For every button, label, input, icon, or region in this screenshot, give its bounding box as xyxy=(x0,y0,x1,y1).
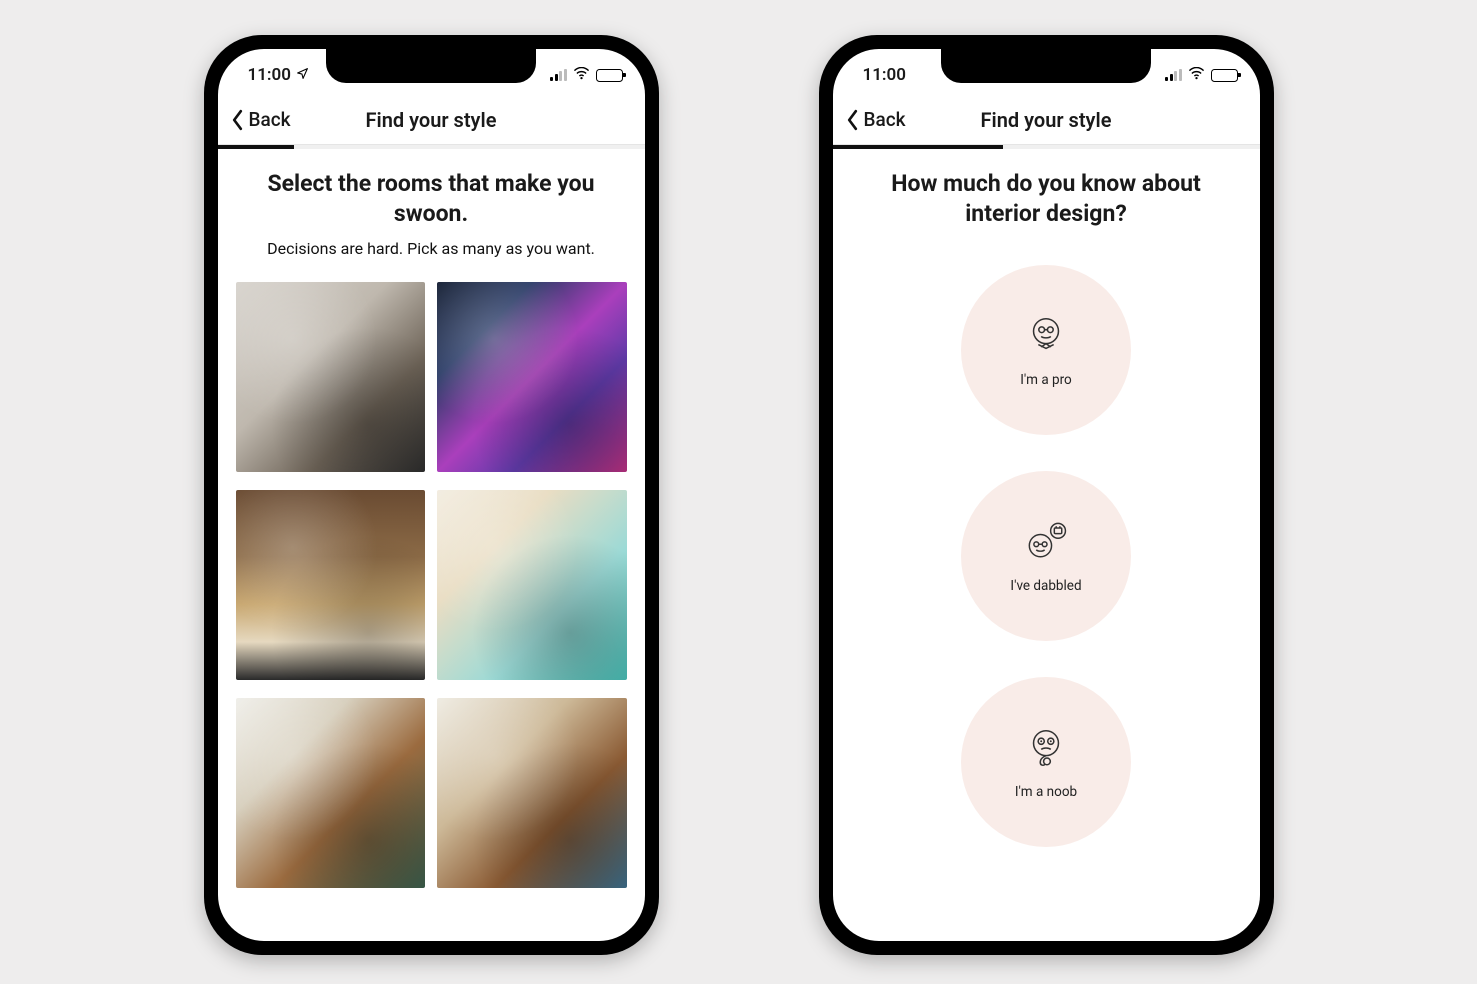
phone-notch xyxy=(326,49,536,83)
pro-face-icon xyxy=(1023,312,1069,362)
chevron-left-icon xyxy=(845,109,860,131)
back-label: Back xyxy=(249,108,291,131)
cellular-signal-icon xyxy=(550,69,567,81)
battery-icon xyxy=(1211,69,1238,82)
room-tile-5[interactable] xyxy=(236,698,426,888)
noob-face-icon xyxy=(1023,724,1069,774)
back-label: Back xyxy=(864,108,906,131)
options-list: I'm a pro I've dabbled xyxy=(833,229,1260,847)
status-time: 11:00 xyxy=(248,65,291,85)
location-arrow-icon xyxy=(296,65,309,85)
room-tile-4[interactable] xyxy=(437,490,627,680)
option-noob[interactable]: I'm a noob xyxy=(961,677,1131,847)
subhead: Decisions are hard. Pick as many as you … xyxy=(238,239,625,258)
nav-bar: Back Find your style xyxy=(833,95,1260,145)
wifi-icon xyxy=(1188,65,1205,85)
back-button[interactable]: Back xyxy=(845,108,906,131)
option-label: I'm a noob xyxy=(1015,784,1077,800)
phone-mockup-2: 11:00 Back Find your style How much do y… xyxy=(819,35,1274,955)
wifi-icon xyxy=(573,65,590,85)
room-grid xyxy=(218,258,645,888)
room-tile-6[interactable] xyxy=(437,698,627,888)
room-tile-3[interactable] xyxy=(236,490,426,680)
headline: How much do you know about interior desi… xyxy=(853,169,1240,229)
option-label: I've dabbled xyxy=(1010,578,1081,594)
phone-mockup-1: 11:00 Back Find your style xyxy=(204,35,659,955)
nav-bar: Back Find your style xyxy=(218,95,645,145)
option-pro[interactable]: I'm a pro xyxy=(961,265,1131,435)
dabbled-face-icon xyxy=(1021,518,1071,568)
room-tile-1[interactable] xyxy=(236,282,426,472)
option-dabbled[interactable]: I've dabbled xyxy=(961,471,1131,641)
phone-screen-2: 11:00 Back Find your style How much do y… xyxy=(833,49,1260,941)
cellular-signal-icon xyxy=(1165,69,1182,81)
option-label: I'm a pro xyxy=(1020,372,1072,388)
battery-icon xyxy=(596,69,623,82)
phone-screen-1: 11:00 Back Find your style xyxy=(218,49,645,941)
back-button[interactable]: Back xyxy=(230,108,291,131)
room-tile-2[interactable] xyxy=(437,282,627,472)
status-time: 11:00 xyxy=(863,65,906,85)
chevron-left-icon xyxy=(230,109,245,131)
phone-notch xyxy=(941,49,1151,83)
headline: Select the rooms that make you swoon. xyxy=(238,169,625,229)
